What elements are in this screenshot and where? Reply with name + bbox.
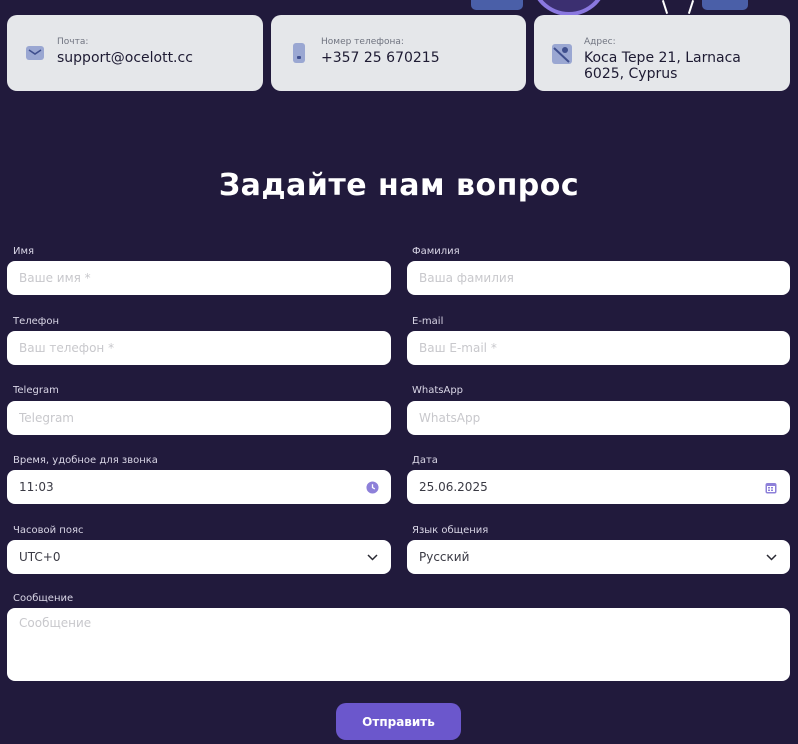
- map-icon: [552, 44, 572, 64]
- illustration-ring: [530, 0, 608, 16]
- contact-card-address: Адрес: Koca Tepe 21, Larnaca 6025, Cypru…: [534, 15, 790, 91]
- illustration-block: [702, 0, 748, 10]
- illustration-line: [661, 0, 669, 14]
- contact-phone-link[interactable]: +357 25 670215: [321, 50, 440, 66]
- telegram-label: Telegram: [13, 385, 59, 396]
- language-label: Язык общения: [412, 525, 489, 536]
- call-time-label: Время, удобное для звонка: [13, 455, 158, 466]
- mail-icon: [25, 43, 45, 63]
- phone-icon: [289, 43, 309, 63]
- form-title: Задайте нам вопрос: [218, 168, 580, 203]
- message-textarea[interactable]: [7, 608, 790, 681]
- contact-card-email: Почта: support@ocelott.cc: [7, 15, 263, 91]
- last-name-input[interactable]: [407, 261, 790, 295]
- contact-email-link[interactable]: support@ocelott.cc: [57, 50, 193, 66]
- illustration-line: [687, 0, 695, 14]
- first-name-input[interactable]: [7, 261, 391, 295]
- contact-card-phone: Номер телефона: +357 25 670215: [271, 15, 526, 91]
- last-name-label: Фамилия: [412, 246, 460, 257]
- timezone-value: UTC+0: [19, 550, 61, 564]
- date-input[interactable]: 25.06.2025: [407, 470, 790, 504]
- submit-button[interactable]: Отправить: [336, 703, 461, 740]
- illustration-block: [471, 0, 523, 10]
- call-time-value: 11:03: [19, 480, 54, 494]
- language-value: Русский: [419, 550, 470, 564]
- telegram-input[interactable]: [7, 401, 391, 435]
- clock-icon[interactable]: [365, 480, 379, 494]
- email-label: E-mail: [412, 316, 444, 327]
- contact-label: Почта:: [57, 37, 89, 47]
- chevron-down-icon: [365, 550, 379, 564]
- first-name-label: Имя: [13, 246, 35, 257]
- calendar-icon[interactable]: [764, 480, 778, 494]
- email-input[interactable]: [407, 331, 790, 365]
- whatsapp-label: WhatsApp: [412, 385, 464, 396]
- timezone-label: Часовой пояс: [13, 525, 84, 536]
- whatsapp-input[interactable]: [407, 401, 790, 435]
- contact-label: Адрес:: [584, 37, 616, 47]
- call-time-input[interactable]: 11:03: [7, 470, 391, 504]
- language-select[interactable]: Русский: [407, 540, 790, 574]
- phone-input[interactable]: [7, 331, 391, 365]
- contact-label: Номер телефона:: [321, 37, 404, 47]
- contact-address: Koca Tepe 21, Larnaca 6025, Cyprus: [584, 50, 741, 82]
- date-value: 25.06.2025: [419, 480, 488, 494]
- chevron-down-icon: [764, 550, 778, 564]
- phone-label: Телефон: [13, 316, 60, 327]
- message-label: Сообщение: [13, 593, 74, 604]
- timezone-select[interactable]: UTC+0: [7, 540, 391, 574]
- date-label: Дата: [412, 455, 438, 466]
